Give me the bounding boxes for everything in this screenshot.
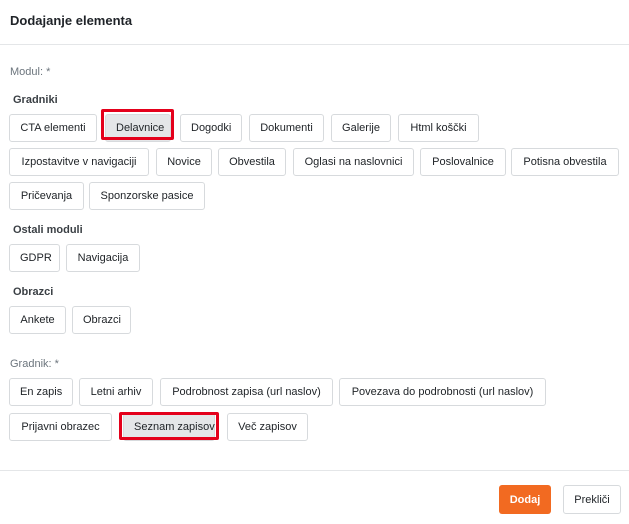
- module-option-delavnice[interactable]: Delavnice: [105, 114, 171, 142]
- module-option-izpostavitve-v-navigaciji[interactable]: Izpostavitve v navigaciji: [9, 148, 149, 176]
- gradnik-option-prijavni-obrazec[interactable]: Prijavni obrazec: [9, 413, 112, 441]
- module-option-gdpr[interactable]: GDPR: [9, 244, 60, 272]
- submit-button[interactable]: Dodaj: [499, 485, 551, 514]
- gradnik-option-povezava-do-podrobnosti[interactable]: Povezava do podrobnosti (url naslov): [339, 378, 546, 406]
- module-option-dokumenti[interactable]: Dokumenti: [249, 114, 324, 142]
- group-title-gradniki: Gradniki: [13, 94, 58, 106]
- module-option-poslovalnice[interactable]: Poslovalnice: [420, 148, 506, 176]
- gradnik-option-podrobnost-zapisa[interactable]: Podrobnost zapisa (url naslov): [160, 378, 333, 406]
- cancel-button[interactable]: Prekliči: [563, 485, 621, 514]
- module-option-html-koscki[interactable]: Html koščki: [398, 114, 479, 142]
- dialog-header: Dodajanje elementa: [0, 0, 629, 45]
- module-option-pricevanja[interactable]: Pričevanja: [9, 182, 84, 210]
- module-option-cta-elementi[interactable]: CTA elementi: [9, 114, 97, 142]
- gradnik-option-vec-zapisov[interactable]: Več zapisov: [227, 413, 308, 441]
- module-option-ankete[interactable]: Ankete: [9, 306, 66, 334]
- module-option-obvestila[interactable]: Obvestila: [218, 148, 286, 176]
- module-option-dogodki[interactable]: Dogodki: [180, 114, 242, 142]
- gradnik-option-letni-arhiv[interactable]: Letni arhiv: [79, 378, 153, 406]
- module-option-navigacija[interactable]: Navigacija: [66, 244, 140, 272]
- module-option-obrazci[interactable]: Obrazci: [72, 306, 131, 334]
- module-option-potisna-obvestila[interactable]: Potisna obvestila: [511, 148, 619, 176]
- group-title-obrazci: Obrazci: [13, 286, 54, 298]
- modul-label: Modul: *: [10, 66, 51, 78]
- gradnik-option-seznam-zapisov[interactable]: Seznam zapisov: [123, 413, 215, 441]
- module-option-oglasi-na-naslovnici[interactable]: Oglasi na naslovnici: [293, 148, 414, 176]
- dialog-title: Dodajanje elementa: [10, 13, 133, 28]
- module-option-galerije[interactable]: Galerije: [331, 114, 391, 142]
- module-option-novice[interactable]: Novice: [156, 148, 212, 176]
- module-option-sponzorske-pasice[interactable]: Sponzorske pasice: [89, 182, 205, 210]
- gradnik-option-en-zapis[interactable]: En zapis: [9, 378, 73, 406]
- gradnik-label: Gradnik: *: [10, 358, 59, 370]
- group-title-ostali-moduli: Ostali moduli: [13, 224, 83, 236]
